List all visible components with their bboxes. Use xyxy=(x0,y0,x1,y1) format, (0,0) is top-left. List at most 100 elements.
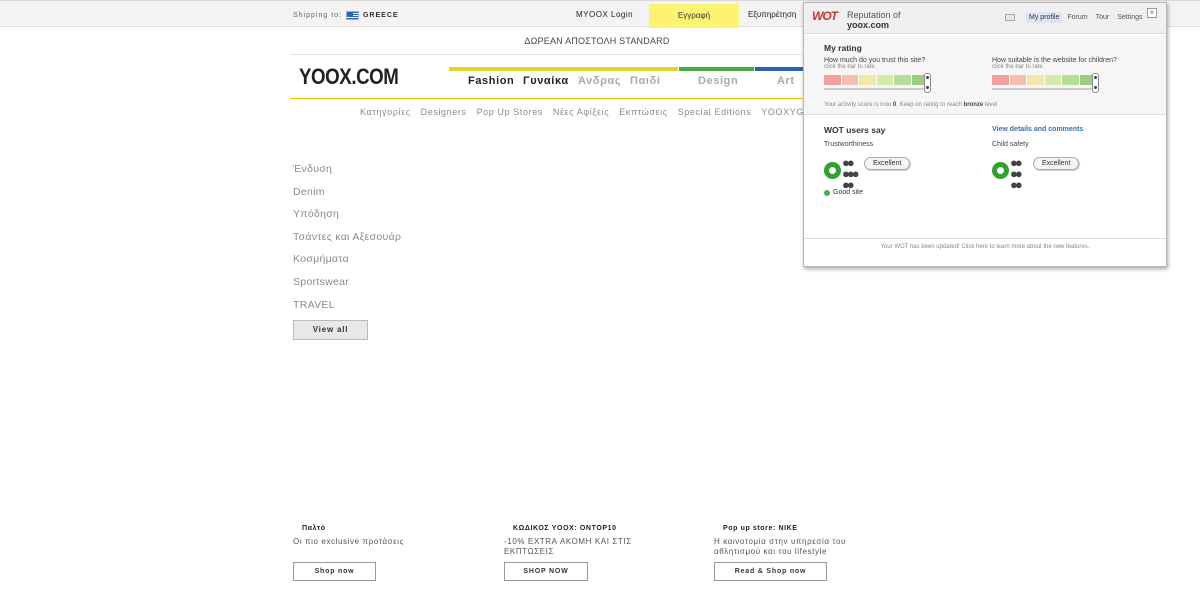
customer-service-link[interactable]: Εξυπηρέτηση xyxy=(748,10,796,19)
promo-text: Η καινοτομία στην υπηρεσία του αθλητισμο… xyxy=(714,537,847,556)
category-item[interactable]: Ένδυση xyxy=(293,163,401,186)
close-icon[interactable]: × xyxy=(1147,8,1157,18)
subnav-item-5[interactable]: Εκπτώσεις xyxy=(619,107,667,117)
myoox-login-link[interactable]: MYOOX Login xyxy=(576,10,633,19)
promo-text: -10% EXTRA ΑΚΟΜΗ ΚΑΙ ΣΤΙΣ ΕΚΠΤΩΣΕΙΣ xyxy=(504,537,632,556)
subnav-item-3[interactable]: Pop Up Stores xyxy=(477,107,543,117)
wot-users-say-heading: WOT users say xyxy=(824,125,886,135)
child-confidence-people-icon: ●● ●● ●● xyxy=(1010,155,1023,192)
trust-slider-handle[interactable] xyxy=(924,73,931,93)
wot-reputation: Reputation of yoox.com xyxy=(847,10,901,30)
rating-segment[interactable] xyxy=(876,75,894,85)
child-rating-slider[interactable] xyxy=(992,75,1097,85)
register-button[interactable]: Εγγραφή xyxy=(649,4,739,28)
yoox-logo[interactable]: YOOX.COM xyxy=(299,64,399,90)
category-item[interactable]: Denim xyxy=(293,186,401,209)
trust-slider-base xyxy=(824,88,924,90)
shipping-label: Shipping to: xyxy=(293,12,342,19)
tab-settings[interactable]: Settings xyxy=(1114,12,1145,23)
trustworthiness-label: Trustworthiness xyxy=(824,141,874,148)
trust-question-block: How much do you trust this site? click t… xyxy=(824,57,925,70)
promo-block: ΚΩΔΙΚΟΣ YOOX: ONTOP10 -10% EXTRA ΑΚΟΜΗ ΚΑ… xyxy=(504,525,664,581)
promo-title: Παλτό xyxy=(302,525,326,532)
nav-item-2[interactable]: Γυναίκα xyxy=(523,75,569,87)
trust-confidence-people-icon: ●● ●●● ●● xyxy=(842,155,859,192)
wot-panel: WOT Reputation of yoox.com My profile Fo… xyxy=(803,2,1167,267)
rating-segment[interactable] xyxy=(1027,75,1045,85)
good-site-text: Good site xyxy=(833,189,863,196)
wot-site-name: yoox.com xyxy=(847,20,890,30)
tab-forum[interactable]: Forum xyxy=(1064,12,1090,23)
header-divider-top xyxy=(290,54,805,55)
child-verdict-badge: Excellent xyxy=(1033,157,1080,170)
view-all-button[interactable]: View all xyxy=(293,320,368,340)
subnav-item-6[interactable]: Special Editions xyxy=(678,107,752,117)
rating-segment[interactable] xyxy=(992,75,1010,85)
promo-block: Παλτό Οι πιο exclusive προτάσεις Shop now xyxy=(293,525,453,581)
promo-shop-button[interactable]: Read & Shop now xyxy=(714,562,827,581)
rating-segment[interactable] xyxy=(1062,75,1080,85)
subnav-item-4[interactable]: Νέες Αφίξεις xyxy=(553,107,609,117)
rating-segment[interactable] xyxy=(894,75,912,85)
my-rating-section: My rating How much do you trust this sit… xyxy=(804,35,1166,115)
good-site-dot-icon xyxy=(824,189,830,196)
category-item[interactable]: Τσάντες και Αξεσουάρ xyxy=(293,231,401,254)
page: Shipping to: GREECE MYOOX Login Εγγραφή … xyxy=(0,0,1200,594)
child-slider-handle[interactable] xyxy=(1092,73,1099,93)
category-item[interactable]: Υπόδηση xyxy=(293,208,401,231)
nav-item-4[interactable]: Παιδί xyxy=(630,75,661,87)
activity-score-text: Your activity score is now 0. Keep on ra… xyxy=(824,102,998,108)
child-reputation-donut-icon xyxy=(992,162,1009,179)
promo-title: ΚΩΔΙΚΟΣ YOOX: ONTOP10 xyxy=(513,525,617,532)
activity-level: bronze xyxy=(963,102,984,108)
category-item[interactable]: TRAVEL xyxy=(293,299,401,322)
category-item[interactable]: Κοσμήματα xyxy=(293,253,401,276)
child-hint: click the bar to rate xyxy=(992,64,1043,70)
wot-header: WOT Reputation of yoox.com My profile Fo… xyxy=(804,3,1166,34)
nav-item-1[interactable]: Fashion xyxy=(468,75,514,87)
subnav-item-1[interactable]: Κατηγορίες xyxy=(360,107,411,117)
subnav-item-2[interactable]: Designers xyxy=(421,107,467,117)
rating-segment[interactable] xyxy=(841,75,859,85)
promo-text: Οι πιο exclusive προτάσεις xyxy=(293,537,405,546)
tab-tour[interactable]: Tour xyxy=(1093,12,1113,23)
rating-segment[interactable] xyxy=(859,75,877,85)
rating-segment[interactable] xyxy=(1009,75,1027,85)
good-site-indicator: Good site xyxy=(824,189,863,196)
view-details-link[interactable]: View details and comments xyxy=(992,126,1083,133)
category-list: Ένδυση Denim Υπόδηση Τσάντες και Αξεσουάρ Κο… xyxy=(293,163,401,321)
category-item[interactable]: Sportswear xyxy=(293,276,401,299)
trust-reputation-donut-icon xyxy=(824,162,841,179)
trust-verdict-badge: Excellent xyxy=(864,157,911,170)
nav-item-6[interactable]: Art xyxy=(777,75,795,87)
wot-footer-divider xyxy=(804,238,1166,239)
rating-segment[interactable] xyxy=(1044,75,1062,85)
wot-reputation-label: Reputation of xyxy=(847,10,901,20)
trust-rating-slider[interactable] xyxy=(824,75,929,85)
sub-nav: Κατηγορίες Designers Pop Up Stores Νέες Αφί… xyxy=(360,107,818,117)
header-divider-bottom xyxy=(290,98,805,99)
child-question: How suitable is the website for children… xyxy=(992,57,1117,64)
tab-my-profile[interactable]: My profile xyxy=(1026,12,1063,23)
shipping-country: GREECE xyxy=(362,12,399,19)
nav-item-5[interactable]: Design xyxy=(698,75,738,87)
child-slider-base xyxy=(992,88,1092,90)
promo-shop-button[interactable]: SHOP NOW xyxy=(504,562,588,581)
trust-hint: click the bar to rate xyxy=(824,64,875,70)
shipping-selector[interactable]: Shipping to: GREECE xyxy=(293,11,399,20)
child-question-block: How suitable is the website for children… xyxy=(992,57,1117,70)
wot-logo[interactable]: WOT xyxy=(812,9,838,23)
free-shipping-text: ΔΩΡΕΑΝ ΑΠΟΣΤΟΛΗ STANDARD xyxy=(524,36,670,46)
design-color-bar xyxy=(679,67,754,71)
child-safety-label: Child safety xyxy=(992,141,1029,148)
nav-item-3[interactable]: Άνδρας xyxy=(578,75,621,87)
greece-flag-icon xyxy=(345,11,359,20)
mail-icon[interactable] xyxy=(1005,14,1015,21)
trust-question: How much do you trust this site? xyxy=(824,57,926,64)
promo-block: Pop up store: NIKE Η καινοτομία στην υπηρ… xyxy=(714,525,874,581)
wot-update-notice-link[interactable]: Your WOT has been updated! Click here to… xyxy=(804,244,1166,250)
promo-title: Pop up store: NIKE xyxy=(723,525,798,532)
wot-tabs: My profile Forum Tour Settings xyxy=(1026,12,1146,23)
promo-shop-button[interactable]: Shop now xyxy=(293,562,376,581)
rating-segment[interactable] xyxy=(824,75,842,85)
